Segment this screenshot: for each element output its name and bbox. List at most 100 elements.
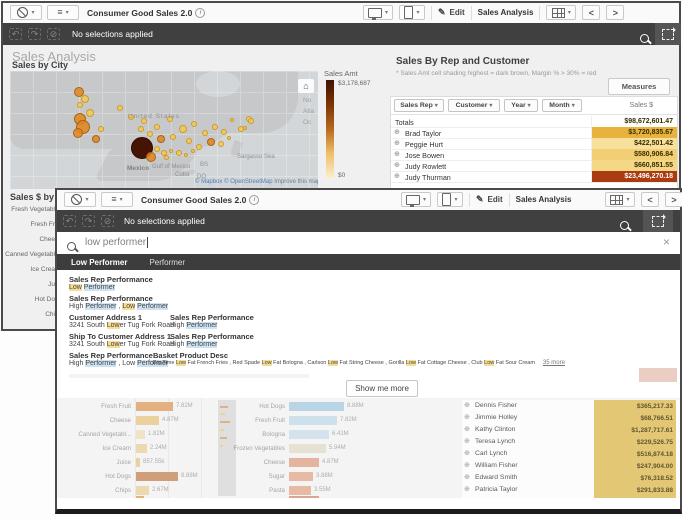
sales-by-city-map[interactable]: ⌂ United States Sargasso Sea Mexico Gulf… xyxy=(10,71,318,189)
device-mode-button[interactable]: ▾ xyxy=(437,192,463,207)
bar[interactable] xyxy=(136,486,149,495)
map-bubble[interactable] xyxy=(170,134,176,140)
map-bubble[interactable] xyxy=(98,126,104,132)
device-mode-button[interactable]: ▾ xyxy=(399,5,425,20)
expand-icon[interactable]: ⊕ xyxy=(394,151,400,158)
map-bubble[interactable] xyxy=(86,109,94,117)
map-bubble[interactable] xyxy=(92,135,100,143)
map-home-button[interactable]: ⌂ xyxy=(298,79,314,93)
dim-button-year[interactable]: Year ▾ xyxy=(504,99,538,112)
bar[interactable] xyxy=(136,472,178,481)
search-bar[interactable]: low performer × xyxy=(57,232,680,254)
sheet-selector-button[interactable]: ▾ xyxy=(605,192,635,207)
bar[interactable] xyxy=(289,472,313,481)
global-menu-button[interactable]: ▾ xyxy=(64,192,96,207)
map-bubble[interactable] xyxy=(81,95,89,103)
result-row[interactable]: Customer Address 1 3241 South Lower Tug … xyxy=(69,313,174,329)
map-bubble[interactable] xyxy=(154,124,160,130)
bar[interactable] xyxy=(289,402,344,411)
tab-performer[interactable]: Performer xyxy=(149,258,185,267)
display-mode-button[interactable]: ▾ xyxy=(363,5,393,20)
selections-tool-button[interactable] xyxy=(643,210,673,232)
osm-link[interactable]: © OpenStreetMap xyxy=(224,179,272,185)
bar[interactable] xyxy=(289,486,311,495)
map-bubble[interactable] xyxy=(230,118,234,122)
map-bubble[interactable] xyxy=(184,153,188,157)
next-sheet-button[interactable]: > xyxy=(606,5,624,20)
map-bubble[interactable] xyxy=(77,102,83,108)
next-sheet-button[interactable]: > xyxy=(665,192,682,207)
map-bubble[interactable] xyxy=(176,150,182,156)
expand-icon[interactable]: ⊕ xyxy=(394,162,400,169)
edit-button[interactable]: ✎ Edit xyxy=(438,8,465,17)
undo-icon[interactable]: ↶ xyxy=(9,28,22,40)
app-options-button[interactable]: ≡ ▾ xyxy=(101,192,133,207)
edit-button[interactable]: ✎ Edit xyxy=(476,195,503,204)
close-icon[interactable]: × xyxy=(663,235,670,249)
map-bubble[interactable] xyxy=(186,138,192,144)
expand-icon[interactable]: ⊕ xyxy=(464,426,470,433)
result-row[interactable]: Sales Rep Performance High Performer , L… xyxy=(69,294,168,310)
map-bubble[interactable] xyxy=(202,130,208,136)
bar[interactable] xyxy=(136,402,173,411)
map-bubble[interactable] xyxy=(227,136,231,140)
bar[interactable] xyxy=(289,416,337,425)
map-bubble[interactable] xyxy=(207,138,215,146)
redo-icon[interactable]: ↷ xyxy=(82,215,95,227)
result-row-col2[interactable]: Basket Product Desc Big Time Low Fat Fre… xyxy=(153,351,565,366)
expand-icon[interactable]: ⊕ xyxy=(394,140,400,147)
result-row-col2[interactable]: Sales Rep Performance High Performer xyxy=(170,332,254,348)
undo-icon[interactable]: ↶ xyxy=(63,215,76,227)
expand-icon[interactable]: ⊕ xyxy=(394,173,400,180)
info-icon[interactable]: i xyxy=(249,195,259,205)
mapbox-link[interactable]: © Mapbox xyxy=(195,179,222,185)
map-bubble[interactable] xyxy=(191,121,197,127)
improve-map-link[interactable]: Improve this map xyxy=(274,179,318,185)
map-bubble[interactable] xyxy=(147,131,153,137)
bar[interactable] xyxy=(289,458,319,467)
result-row[interactable]: Sales Rep Performance Low Performer xyxy=(69,275,153,291)
measures-button[interactable]: Measures xyxy=(608,78,670,95)
bar[interactable] xyxy=(136,416,159,425)
selections-tool-button[interactable] xyxy=(655,23,681,45)
map-bubble[interactable] xyxy=(196,144,202,150)
dim-button-month[interactable]: Month ▾ xyxy=(542,99,582,112)
dim-button-sales-rep[interactable]: Sales Rep ▾ xyxy=(394,99,444,112)
clear-selections-icon[interactable]: ⊘ xyxy=(101,215,114,227)
map-bubble[interactable] xyxy=(218,141,224,147)
expand-icon[interactable]: ⊕ xyxy=(464,402,470,409)
bar[interactable] xyxy=(136,430,145,439)
smart-search-icon[interactable] xyxy=(640,30,649,48)
sheet-selector-button[interactable]: ▾ xyxy=(546,5,576,20)
map-bubble[interactable] xyxy=(73,128,83,138)
redo-icon[interactable]: ↷ xyxy=(28,28,41,40)
search-input[interactable]: low performer xyxy=(85,237,148,248)
show-more-button[interactable]: Show me more xyxy=(346,380,418,397)
value-column-header[interactable]: Sales $ xyxy=(630,102,653,109)
map-bubble[interactable] xyxy=(191,149,195,153)
bar[interactable] xyxy=(136,458,140,467)
dimmed-right-chart[interactable]: Hot Dogs 8.88M Fresh Fruit 7.82M Bologna… xyxy=(237,398,457,498)
expand-icon[interactable]: ⊕ xyxy=(394,129,400,136)
global-menu-button[interactable]: ▾ xyxy=(10,5,42,20)
dimmed-left-chart[interactable]: Fresh Fruit 7.82M Cheese 4.87M Canned Ve… xyxy=(57,398,217,498)
map-bubble[interactable] xyxy=(154,146,160,152)
dim-button-customer[interactable]: Customer ▾ xyxy=(448,99,500,112)
info-icon[interactable]: i xyxy=(195,8,205,18)
expand-icon[interactable]: ⊕ xyxy=(464,462,470,469)
prev-sheet-button[interactable]: < xyxy=(641,192,659,207)
expand-icon[interactable]: ⊕ xyxy=(464,486,470,493)
more-results-link[interactable]: 35 more xyxy=(543,360,565,366)
expand-icon[interactable]: ⊕ xyxy=(464,450,470,457)
tab-low-performer[interactable]: Low Performer xyxy=(71,258,127,267)
prev-sheet-button[interactable]: < xyxy=(582,5,600,20)
app-options-button[interactable]: ≡ ▾ xyxy=(47,5,79,20)
result-row[interactable]: Ship To Customer Address 1 3241 South Lo… xyxy=(69,332,174,348)
map-bubble[interactable] xyxy=(212,124,218,130)
map-bubble[interactable] xyxy=(138,126,144,132)
bar[interactable] xyxy=(289,444,326,453)
result-row-col2[interactable]: Sales Rep Performance High Performer xyxy=(170,313,254,329)
map-bubble[interactable] xyxy=(169,149,173,153)
expand-icon[interactable]: ⊕ xyxy=(464,414,470,421)
map-bubble[interactable] xyxy=(179,125,187,133)
